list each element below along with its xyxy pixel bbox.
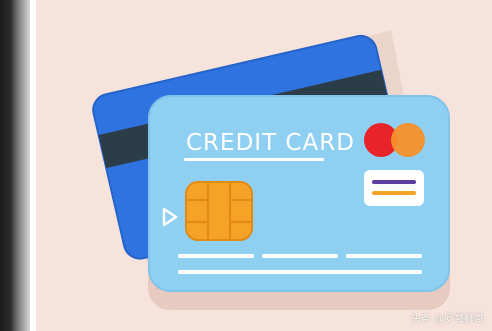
chip-body <box>185 181 253 241</box>
image-frame: CREDIT CARD 头条 @罗哥狮哥 <box>0 0 492 331</box>
card-label: CREDIT CARD <box>186 130 355 156</box>
card-number-line-3 <box>346 254 422 258</box>
watermark-text: 头条 @罗哥狮哥 <box>410 314 484 325</box>
cropped-photo-strip <box>0 0 30 331</box>
hologram-badge <box>364 170 424 206</box>
card-holder-line <box>178 270 422 274</box>
credit-card-illustration-svg: CREDIT CARD <box>36 0 492 331</box>
credit-card-illustration: CREDIT CARD <box>36 0 492 331</box>
front-card: CREDIT CARD <box>148 95 450 292</box>
card-number-line-1 <box>178 254 254 258</box>
card-number-line-2 <box>262 254 338 258</box>
hologram-line-purple <box>372 180 416 184</box>
card-label-underline <box>184 158 324 161</box>
hologram-line-orange <box>372 191 416 195</box>
brand-circle-orange <box>391 123 425 157</box>
chip-icon <box>185 181 253 241</box>
